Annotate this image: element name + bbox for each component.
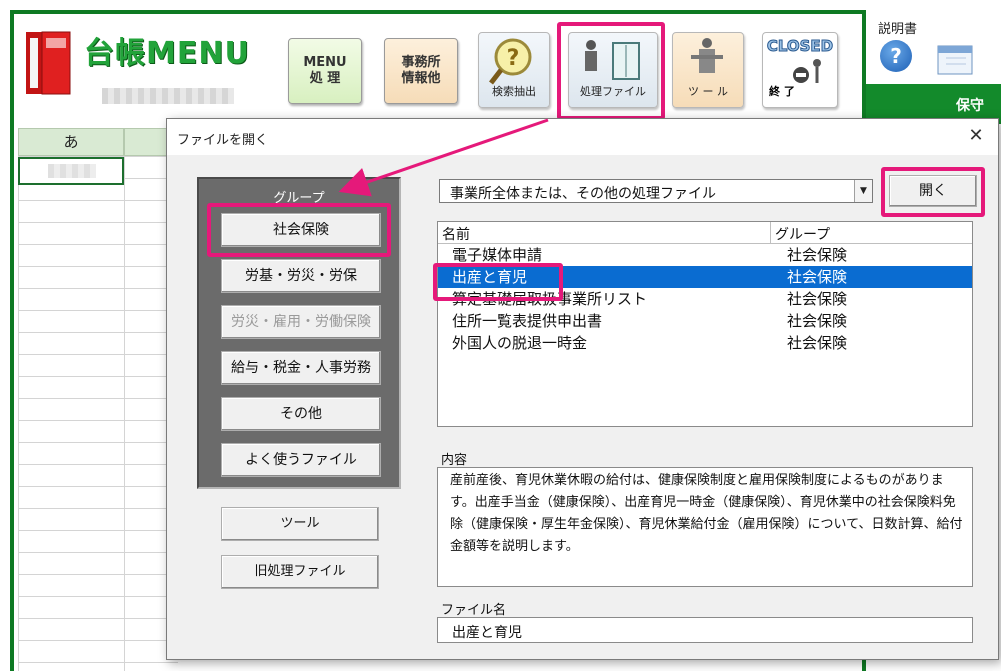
list-item-group: 社会保険 bbox=[787, 246, 848, 264]
group-button-favorites[interactable]: よく使うファイル bbox=[221, 443, 381, 477]
group-column-header[interactable]: グループ bbox=[771, 222, 972, 243]
help-question-icon[interactable]: ? bbox=[880, 40, 912, 72]
list-item-group: 社会保険 bbox=[787, 312, 848, 330]
exit-person-icon bbox=[793, 59, 821, 83]
description-label: 内容 bbox=[441, 453, 468, 468]
open-button-highlight bbox=[881, 167, 985, 217]
list-item-group: 社会保険 bbox=[787, 334, 848, 352]
office-info-button[interactable]: 事務所 情報他 bbox=[384, 38, 458, 104]
column-header-a[interactable]: あ bbox=[18, 128, 124, 156]
search-extract-label: 検索抽出 bbox=[492, 85, 536, 98]
ledger-book-icon bbox=[26, 31, 71, 95]
calendar-icon[interactable] bbox=[936, 40, 976, 76]
file-list[interactable]: 名前 グループ 電子媒体申請 社会保険 出産と育児 社会保険 算定基礎届取扱事業… bbox=[437, 221, 973, 427]
tool-button[interactable]: ツ ー ル bbox=[672, 32, 744, 108]
selected-file-highlight bbox=[433, 263, 563, 301]
search-extract-button[interactable]: ? 検索抽出 bbox=[478, 32, 550, 108]
list-item-name: 外国人の脱退一時金 bbox=[452, 334, 588, 352]
screen: 台帳MENU MENU 処 理 事務所 情報他 ? 検索抽出 処理ファイル ツ … bbox=[0, 0, 1001, 671]
open-file-dialog: ファイルを開く ✕ グループ 社会保険 労基・労災・労保 労災・雇用・労働保険 … bbox=[166, 118, 999, 660]
cell-value-redacted bbox=[48, 164, 96, 178]
dialog-title: ファイルを開く bbox=[167, 119, 998, 155]
tool-label: ツ ー ル bbox=[688, 85, 728, 98]
manual-label: 説明書 bbox=[878, 22, 918, 37]
file-category-value: 事業所全体または、その他の処理ファイル bbox=[450, 186, 716, 202]
svg-text:?: ? bbox=[507, 46, 520, 71]
name-column-header[interactable]: 名前 bbox=[438, 222, 771, 243]
filename-label: ファイル名 bbox=[441, 603, 507, 618]
spreadsheet-grid[interactable] bbox=[18, 156, 178, 671]
worker-tool-icon bbox=[691, 38, 723, 73]
list-item-group: 社会保険 bbox=[787, 268, 848, 286]
closed-exit-button[interactable]: CLOSED 終 了 bbox=[762, 32, 838, 108]
file-category-select[interactable]: 事業所全体または、その他の処理ファイル ▼ bbox=[439, 179, 873, 203]
group-button-other[interactable]: その他 bbox=[221, 397, 381, 431]
tool-dialog-button[interactable]: ツール bbox=[221, 507, 379, 541]
process-file-highlight bbox=[557, 22, 665, 120]
exit-label: 終 了 bbox=[769, 85, 795, 98]
group-button-labor-standards[interactable]: 労基・労災・労保 bbox=[221, 259, 381, 293]
menu-process-button[interactable]: MENU 処 理 bbox=[288, 38, 362, 104]
list-item[interactable]: 住所一覧表提供申出書 社会保険 bbox=[438, 310, 972, 332]
list-item[interactable]: 外国人の脱退一時金 社会保険 bbox=[438, 332, 972, 354]
chevron-down-icon[interactable]: ▼ bbox=[854, 180, 872, 202]
old-files-button[interactable]: 旧処理ファイル bbox=[221, 555, 379, 589]
social-insurance-highlight bbox=[207, 203, 391, 257]
group-button-labor-insurance[interactable]: 労災・雇用・労働保険 bbox=[221, 305, 381, 339]
app-title: 台帳MENU bbox=[84, 36, 250, 71]
filename-field[interactable]: 出産と育児 bbox=[437, 617, 973, 643]
office-name-redacted bbox=[102, 88, 234, 104]
description-box: 産前産後、育児休業休暇の給付は、健康保険制度と雇用保険制度によるものがあります。… bbox=[437, 467, 973, 587]
file-list-header: 名前 グループ bbox=[438, 222, 972, 244]
list-item-group: 社会保険 bbox=[787, 290, 848, 308]
list-item-name: 住所一覧表提供申出書 bbox=[452, 312, 603, 330]
close-icon[interactable]: ✕ bbox=[964, 125, 988, 146]
closed-label: CLOSED bbox=[766, 37, 834, 56]
magnifier-question-icon: ? bbox=[489, 38, 532, 85]
group-button-payroll-tax[interactable]: 給与・税金・人事労務 bbox=[221, 351, 381, 385]
